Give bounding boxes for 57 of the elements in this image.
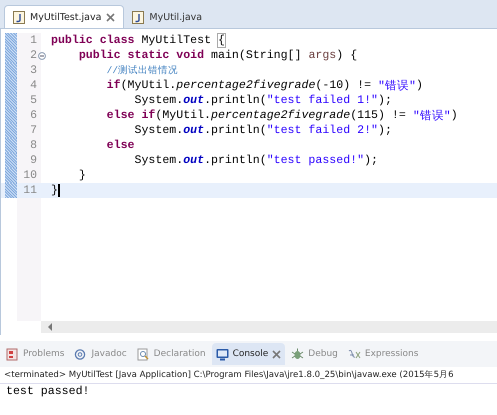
change-marker [5,183,17,198]
code-line: public class MyUtilTest { [51,34,225,47]
problems-icon [6,348,19,360]
horizontal-scrollbar[interactable] [41,321,497,333]
change-marker [5,168,17,183]
change-marker [5,33,17,48]
code-line: else [106,139,134,152]
code-line: System.out.println("test passed!"); [133,154,378,167]
line-number: 1 [29,34,37,47]
code-line: System.out.println("test failed 2!"); [133,124,392,137]
code-editor[interactable] [0,29,497,335]
bug-icon [291,348,304,360]
document-icon [136,348,150,360]
line-number: 9 [29,154,37,167]
text-cursor [58,184,60,197]
code-line: public static void main(String[] args) { [78,49,358,62]
editor-tab[interactable]: MyUtilTest.java [4,5,124,28]
line-number: 8 [29,139,37,152]
line-number: 7 [29,124,37,137]
change-marker [5,123,17,138]
code-line: //测试出错情况 [106,64,178,77]
change-marker [5,153,17,168]
line-number: 10 [22,169,37,182]
view-tab[interactable]: Expressions [344,343,422,365]
change-marker [5,48,17,63]
expression-icon [348,348,361,360]
line-number: 5 [29,94,37,107]
code-line: if(MyUtil.percentage2fivegrade(-10) != "错误") [106,78,423,93]
close-icon[interactable] [106,12,116,22]
code-line: } [51,184,60,197]
change-marker [5,63,17,78]
change-marker [5,93,17,108]
line-number: 4 [29,79,37,92]
change-marker [5,138,17,153]
console-icon [216,348,229,360]
console-header: <terminated> MyUtilTest [Java Application] C:\Program Files\Java\jre1.8.0_25\bin\javaw.exe (2015年5月6 [0,367,497,384]
collapse-icon[interactable] [38,52,46,60]
view-tab[interactable]: Console [212,343,286,365]
code-line: } [78,169,86,182]
left-arrow-icon[interactable] [47,323,53,331]
code-line: System.out.println("test failed 1!"); [133,94,392,107]
change-marker [5,78,17,93]
view-tab[interactable]: Problems [2,343,68,365]
close-icon[interactable] [272,350,282,358]
line-number: 6 [29,109,37,122]
java-file-icon [13,10,25,24]
java-file-icon [132,10,144,24]
line-number: 3 [29,64,37,77]
editor-tab[interactable]: MyUtil.java [124,6,210,28]
line-number: 2 [29,49,37,62]
view-tab[interactable]: Javadoc [70,343,131,365]
console-output: test passed! [5,384,90,399]
change-marker [5,108,17,123]
line-number: 11 [22,184,37,197]
code-line: else if(MyUtil.percentage2fivegrade(115) != "错误") [106,108,458,123]
view-tab[interactable]: Debug [287,343,342,365]
view-tab[interactable]: Declaration [132,343,210,365]
